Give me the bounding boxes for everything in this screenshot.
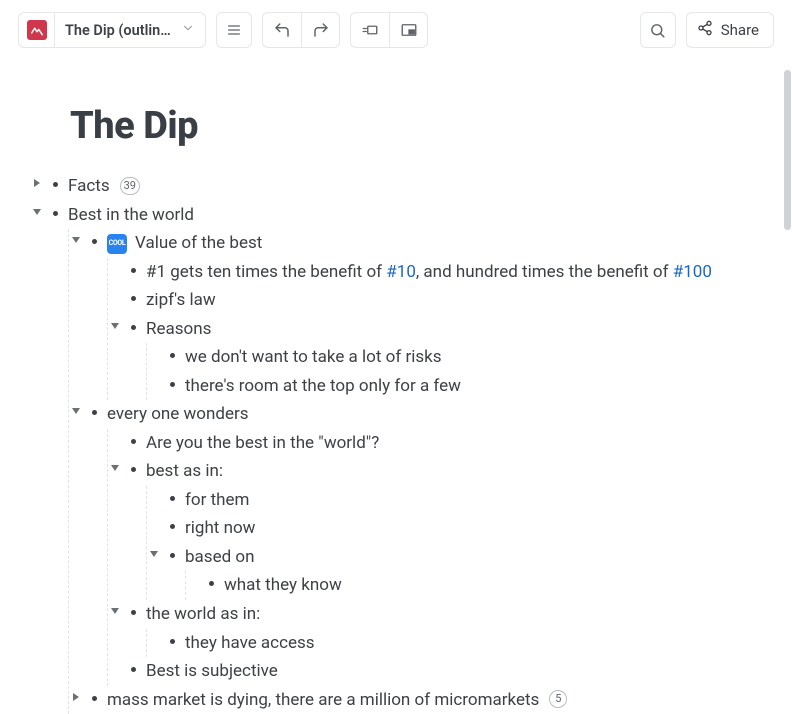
toggle-collapsed-icon[interactable]: [69, 692, 83, 702]
toggle-expanded-icon[interactable]: [108, 606, 122, 616]
document-title-dropdown[interactable]: The Dip (outline...: [55, 13, 205, 47]
link-ref-10[interactable]: #10: [386, 262, 416, 282]
node-label: zipf's law: [146, 287, 216, 315]
bullet-icon: [48, 211, 62, 216]
node-label: Best in the world: [68, 202, 194, 230]
bullet-icon: [165, 496, 179, 501]
page-title: The Dip: [70, 104, 792, 148]
outline-node-reasons[interactable]: Reasons: [108, 315, 791, 344]
toggle-expanded-icon[interactable]: [147, 549, 161, 559]
text-segment: #1 gets ten times the benefit of: [146, 262, 386, 282]
bullet-icon: [204, 581, 218, 586]
app-logo[interactable]: [19, 13, 55, 47]
scrollbar-thumb[interactable]: [784, 70, 791, 230]
bullet-icon: [126, 296, 140, 301]
redo-button[interactable]: [301, 13, 339, 47]
share-icon: [697, 20, 713, 40]
toggle-expanded-icon[interactable]: [30, 207, 44, 217]
outline-node-best-subjective[interactable]: Best is subjective: [108, 657, 791, 686]
link-ref-100[interactable]: #100: [673, 262, 712, 282]
chevron-down-icon: [181, 21, 195, 39]
node-label: Reasons: [146, 316, 211, 344]
outline-tree: Facts 39 Best in the world COOL: [0, 172, 792, 714]
outline-node-facts[interactable]: Facts 39: [30, 172, 792, 201]
bullet-icon: [87, 239, 101, 244]
toggle-expanded-icon[interactable]: [69, 235, 83, 245]
view-buttons: [350, 12, 428, 48]
bullet-icon: [126, 268, 140, 273]
bullet-icon: [48, 182, 62, 187]
outline-node-world-as-in[interactable]: the world as in:: [108, 600, 791, 629]
outline-node-every-wonders[interactable]: every one wonders: [69, 400, 791, 429]
history-buttons: [262, 12, 340, 48]
app-logo-icon: [27, 20, 47, 40]
count-badge: 39: [120, 177, 140, 195]
menu-button[interactable]: [216, 12, 252, 48]
node-label: Are you the best in the "world"?: [146, 430, 379, 458]
toggle-expanded-icon[interactable]: [108, 321, 122, 331]
toolbar: The Dip (outline...: [0, 0, 792, 60]
node-label: right now: [185, 515, 255, 543]
page-content: The Dip Facts 39 Best in the world: [0, 60, 792, 714]
node-label: there's room at the top only for a few: [185, 373, 461, 401]
toggle-expanded-icon[interactable]: [69, 406, 83, 416]
pip-button[interactable]: [389, 13, 427, 47]
bullet-icon: [126, 439, 140, 444]
bullet-icon: [165, 382, 179, 387]
node-label: what they know: [224, 572, 342, 600]
node-label: every one wonders: [107, 401, 249, 429]
node-label: for them: [185, 487, 249, 515]
outline-node-best-as-in[interactable]: best as in:: [108, 457, 791, 486]
outline-node-mass-market[interactable]: mass market is dying, there are a millio…: [69, 686, 791, 714]
outline-node-reason2[interactable]: there's room at the top only for a few: [147, 372, 791, 401]
outline-node-best-world[interactable]: Best in the world: [30, 201, 792, 230]
toggle-collapsed-icon[interactable]: [30, 178, 44, 188]
bullet-icon: [165, 639, 179, 644]
outline-node-what-they-know[interactable]: what they know: [186, 571, 791, 600]
outline-node-for-them[interactable]: for them: [147, 486, 791, 515]
share-button[interactable]: Share: [686, 12, 774, 48]
bullet-icon: [126, 667, 140, 672]
text-segment: , and hundred times the benefit of: [416, 262, 673, 282]
toggle-expanded-icon[interactable]: [108, 463, 122, 473]
insert-button[interactable]: [351, 13, 389, 47]
bullet-icon: [126, 325, 140, 330]
cool-icon: COOL: [107, 234, 127, 254]
search-button[interactable]: [640, 12, 676, 48]
node-label: they have access: [185, 630, 315, 658]
node-label: the world as in:: [146, 601, 260, 629]
outline-node-are-you-best[interactable]: Are you the best in the "world"?: [108, 429, 791, 458]
bullet-icon: [126, 467, 140, 472]
node-label: Value of the best: [135, 230, 262, 258]
node-label: we don't want to take a lot of risks: [185, 344, 442, 372]
undo-button[interactable]: [263, 13, 301, 47]
node-label: best as in:: [146, 458, 223, 486]
outline-node-benefit-line[interactable]: #1 gets ten times the benefit of #10, an…: [108, 258, 791, 287]
node-label: mass market is dying, there are a millio…: [107, 687, 539, 714]
document-title: The Dip (outline...: [65, 22, 175, 39]
bullet-icon: [87, 410, 101, 415]
share-label: Share: [721, 21, 759, 39]
bullet-icon: [87, 696, 101, 701]
count-badge: 5: [549, 690, 567, 708]
outline-node-reason1[interactable]: we don't want to take a lot of risks: [147, 343, 791, 372]
bullet-icon: [165, 553, 179, 558]
bullet-icon: [126, 610, 140, 615]
outline-node-based-on[interactable]: based on: [147, 543, 791, 572]
outline-node-have-access[interactable]: they have access: [147, 629, 791, 658]
outline-node-zipfs[interactable]: zipf's law: [108, 286, 791, 315]
title-group: The Dip (outline...: [18, 12, 206, 48]
node-label: based on: [185, 544, 254, 572]
node-label: Best is subjective: [146, 658, 278, 686]
outline-node-value-best[interactable]: COOL Value of the best: [69, 229, 791, 258]
bullet-icon: [165, 353, 179, 358]
bullet-icon: [165, 524, 179, 529]
node-label: Facts: [68, 173, 110, 201]
outline-node-right-now[interactable]: right now: [147, 514, 791, 543]
